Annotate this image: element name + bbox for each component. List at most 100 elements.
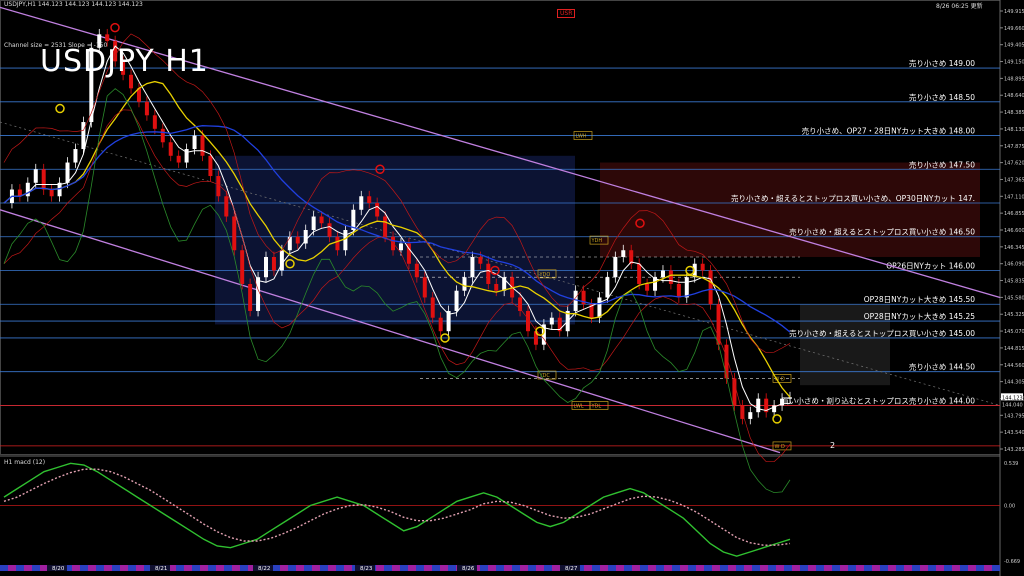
time-strip-segment: [200, 565, 208, 571]
time-strip-segment: [184, 565, 192, 571]
time-strip-segment: [312, 565, 320, 571]
candle-body: [224, 196, 229, 217]
time-strip-segment: [16, 565, 24, 571]
price-tick-label: 144.305: [1004, 380, 1024, 386]
candle-body: [756, 398, 761, 413]
time-strip-segment: [704, 565, 712, 571]
time-label: 8/23: [360, 566, 373, 572]
candle-body: [645, 283, 650, 291]
candle-body: [200, 135, 205, 156]
usr-tag: USR: [557, 9, 576, 18]
time-strip-segment: [600, 565, 608, 571]
timestamp: 8/26 06:25 更新: [936, 3, 983, 10]
time-strip-segment: [280, 565, 288, 571]
candle-body: [327, 223, 332, 237]
candle-body: [271, 256, 276, 271]
chart-canvas[interactable]: 149.915 149.660 149.405 149.150 148.895 148.6…: [0, 0, 1024, 576]
time-strip-segment: [896, 565, 904, 571]
time-label: 8/22: [258, 566, 270, 572]
time-strip-segment: [408, 565, 416, 571]
price-tick-label: 148.385: [1004, 110, 1024, 116]
candle-body: [684, 277, 689, 298]
time-strip-segment: [920, 565, 928, 571]
time-strip-segment: [8, 565, 16, 571]
price-tick-label: 146.600: [1004, 228, 1024, 234]
time-strip-segment: [496, 565, 504, 571]
candle-body: [335, 236, 340, 251]
time-strip-segment: [872, 565, 880, 571]
time-strip-segment: [816, 565, 824, 571]
price-tick-label: 147.875: [1004, 144, 1024, 150]
time-strip-segment: [520, 565, 528, 571]
candle-body: [65, 162, 70, 183]
time-strip-segment: [448, 565, 456, 571]
level-box-label: YDO: [539, 272, 551, 278]
time-strip-segment: [856, 565, 864, 571]
price-tick-label: 148.895: [1004, 76, 1024, 82]
macd-tick-label: -0.669: [1004, 559, 1020, 565]
candle-body: [716, 304, 721, 345]
candle-body: [152, 115, 157, 129]
candle-body: [359, 196, 364, 210]
time-strip-segment: [512, 565, 520, 571]
level-label: 売り小さめ・超えるとストップロス買い小さめ 146.50: [789, 227, 975, 237]
time-strip-segment: [24, 565, 32, 571]
candle-body: [375, 203, 380, 217]
candle-body: [708, 270, 713, 305]
time-strip-segment: [192, 565, 200, 571]
candle-body: [637, 263, 642, 284]
candle-body: [788, 397, 792, 399]
time-strip-segment: [632, 565, 640, 571]
level-box-label: YDL: [591, 403, 602, 409]
time-strip-segment: [488, 565, 496, 571]
time-strip-segment: [768, 565, 776, 571]
candle-body: [176, 155, 181, 163]
candle-body: [700, 263, 705, 271]
time-strip-segment: [792, 565, 800, 571]
time-strip-segment: [904, 565, 912, 571]
time-strip-segment: [384, 565, 392, 571]
price-tick-label: 147.620: [1004, 161, 1024, 167]
time-strip-segment: [584, 565, 592, 571]
time-strip-segment: [216, 565, 224, 571]
time-strip-segment: [96, 565, 104, 571]
candle-body: [311, 216, 316, 230]
candle-body: [232, 216, 237, 251]
macd-tick-label: 0.539: [1004, 461, 1018, 467]
time-strip-segment: [688, 565, 696, 571]
time-strip-segment: [536, 565, 544, 571]
level-box-label: W D: [775, 444, 786, 450]
candle-body: [494, 283, 499, 291]
candle-body: [462, 277, 467, 291]
time-strip-segment: [136, 565, 144, 571]
price-tick-label: 149.660: [1004, 26, 1024, 32]
time-strip-segment: [776, 565, 784, 571]
candle-body: [49, 189, 54, 197]
time-strip-segment: [616, 565, 624, 571]
price-tick-label: 146.345: [1004, 245, 1024, 251]
time-strip-segment: [624, 565, 632, 571]
price-tick-label: 146.855: [1004, 211, 1024, 217]
candle-body: [454, 290, 459, 311]
up-signal-marker: [55, 103, 65, 114]
instrument-header: USDJPY,H1 144.123 144.123 144.123 144.12…: [4, 1, 143, 8]
time-strip-segment: [648, 565, 656, 571]
chart-root: 149.915 149.660 149.405 149.150 148.895 148.6…: [0, 0, 1024, 576]
candle-body: [470, 256, 475, 278]
candle-body: [240, 250, 245, 284]
time-strip-segment: [840, 565, 848, 571]
level-label: 売り小さめ 149.00: [909, 58, 975, 68]
price-tick-label: 147.365: [1004, 177, 1024, 183]
price-tick-label: 143.285: [1004, 447, 1024, 453]
time-strip-segment: [376, 565, 384, 571]
wave-label: 2: [830, 441, 835, 450]
level-label: 売り小さめ 144.50: [909, 362, 975, 372]
candle-body: [430, 297, 435, 318]
time-strip-segment: [592, 565, 600, 571]
time-strip-segment: [992, 565, 1000, 571]
time-strip-segment: [944, 565, 952, 571]
level-label: 買い小さめ・割り込むとストップロス売り小さめ 144.00: [781, 395, 975, 405]
macd-label: H1 macd (12): [4, 459, 46, 466]
time-strip-segment: [320, 565, 328, 571]
time-strip-segment: [880, 565, 888, 571]
